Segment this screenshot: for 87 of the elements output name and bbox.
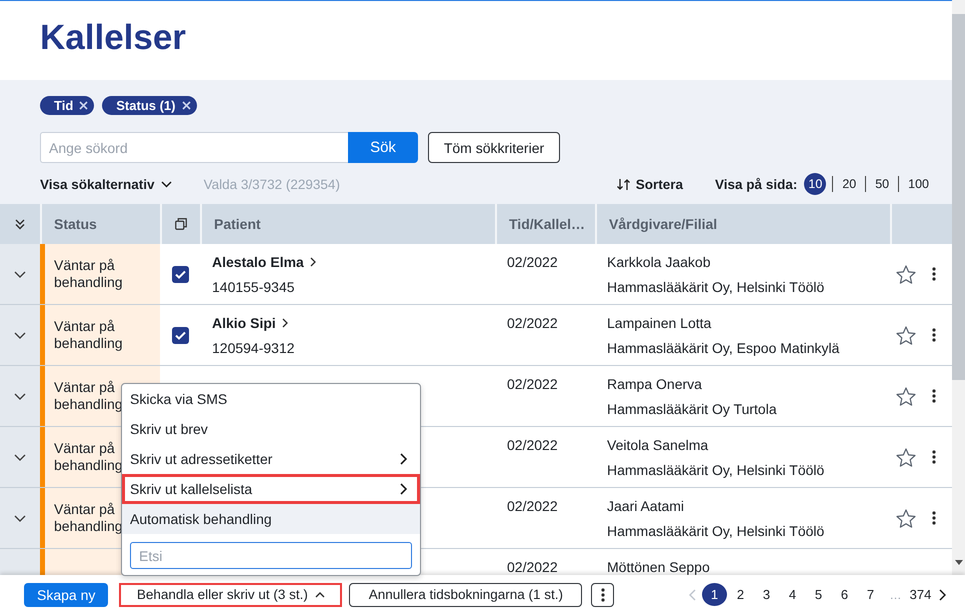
close-icon[interactable] xyxy=(79,101,88,110)
checkbox[interactable] xyxy=(172,326,188,344)
page-size-option[interactable]: 100 xyxy=(898,176,938,192)
chevron-right-icon[interactable] xyxy=(282,318,288,328)
page-title: Kallelser xyxy=(40,20,186,59)
chevron-down-icon[interactable] xyxy=(14,332,26,338)
patient-id: 140155-9345 xyxy=(212,278,295,297)
page-button[interactable]: 4 xyxy=(780,583,805,606)
create-button[interactable]: Skapa ny xyxy=(24,582,108,606)
chevron-right-icon[interactable] xyxy=(939,588,946,600)
chevron-down-icon[interactable] xyxy=(14,454,26,460)
caregiver-name: Lampainen Lotta xyxy=(607,314,712,333)
menu-item[interactable]: Automatisk behandling xyxy=(122,504,420,534)
appointment-date: 02/2022 xyxy=(507,314,558,333)
chevron-right-icon[interactable] xyxy=(400,453,407,465)
pagination-ellipsis: … xyxy=(888,588,902,602)
page-size-option[interactable]: 50 xyxy=(865,176,898,192)
page-size-option[interactable]: 20 xyxy=(832,176,866,192)
caregiver-name: Jaari Aatami xyxy=(607,497,684,516)
column-header[interactable]: Tid/Kallel… xyxy=(495,204,595,244)
status-cell: Väntar på behandling xyxy=(40,244,160,304)
more-icon[interactable] xyxy=(932,389,936,403)
more-icon[interactable] xyxy=(932,450,936,464)
search-field[interactable]: Ange sökord xyxy=(40,132,348,163)
page-button[interactable]: 5 xyxy=(806,583,831,606)
page-button[interactable]: 3 xyxy=(754,583,779,606)
page-size-option[interactable]: 10 xyxy=(804,173,826,195)
more-icon[interactable] xyxy=(600,588,605,602)
chevron-right-icon[interactable] xyxy=(400,483,407,495)
clinic-name: Hammaslääkärit Oy, Espoo Matinkylä xyxy=(607,339,840,358)
menu-search-field[interactable]: Etsi xyxy=(130,542,412,569)
sort-icon[interactable] xyxy=(616,176,631,192)
double-chevron-icon[interactable] xyxy=(15,218,25,230)
sort-button[interactable]: Sortera xyxy=(616,176,684,192)
star-icon[interactable] xyxy=(896,508,916,528)
scrollbar-thumb[interactable] xyxy=(952,14,965,380)
patient-id: 120594-9312 xyxy=(212,339,295,358)
star-icon[interactable] xyxy=(896,264,916,284)
filter-chip[interactable]: Tid xyxy=(40,96,94,115)
patient-name-link[interactable]: Alkio Sipi xyxy=(212,315,276,331)
clear-button[interactable]: Töm sökkriterier xyxy=(428,132,560,163)
close-icon[interactable] xyxy=(182,101,190,110)
selection-count: Valda 3/3732 (229354) xyxy=(204,176,340,192)
appointment-date: 02/2022 xyxy=(507,436,558,455)
column-header[interactable]: Vårdgivare/Filial xyxy=(595,204,890,244)
search-options-toggle[interactable]: Visa sökalternativ xyxy=(40,176,172,192)
more-icon[interactable] xyxy=(932,328,936,342)
caregiver-name: Veitola Sanelma xyxy=(607,436,708,455)
search-button[interactable]: Sök xyxy=(348,132,418,163)
clinic-name: Hammaslääkärit Oy Turtola xyxy=(607,400,777,419)
caregiver-name: Möttönen Seppo xyxy=(607,558,710,575)
page-button[interactable]: 1 xyxy=(702,583,727,606)
star-icon[interactable] xyxy=(896,326,916,344)
chevron-up-icon[interactable] xyxy=(314,592,325,598)
star-icon[interactable] xyxy=(896,448,916,466)
cancel-bookings-button[interactable]: Annullera tidsbokningarna (1 st.) xyxy=(349,582,582,606)
chevron-down-icon[interactable] xyxy=(160,180,172,188)
page-size-label: Visa på sida: xyxy=(715,176,798,192)
clinic-name: Hammaslääkärit Oy, Helsinki Töölö xyxy=(607,522,824,541)
chevron-down-icon[interactable] xyxy=(14,392,26,400)
checkbox[interactable] xyxy=(172,266,188,282)
status-cell: Väntar på behandling xyxy=(40,305,160,365)
chevron-right-icon[interactable] xyxy=(310,257,316,267)
appointment-date: 02/2022 xyxy=(507,558,558,575)
filter-chip[interactable]: Status (1) xyxy=(102,96,196,115)
copy-icon[interactable] xyxy=(175,218,187,230)
caregiver-name: Karkkola Jaakob xyxy=(607,253,711,272)
chevron-down-icon[interactable] xyxy=(14,514,26,522)
more-icon[interactable] xyxy=(932,267,936,281)
appointment-date: 02/2022 xyxy=(507,375,558,394)
patient-name-link[interactable]: Alestalo Elma xyxy=(212,254,304,270)
clinic-name: Hammaslääkärit Oy, Helsinki Töölö xyxy=(607,278,824,297)
process-dropdown-button[interactable]: Behandla eller skriv ut (3 st.) xyxy=(119,582,342,606)
caregiver-name: Rampa Onerva xyxy=(607,375,702,394)
appointment-date: 02/2022 xyxy=(507,497,558,516)
clinic-name: Hammaslääkärit Oy, Helsinki Töölö xyxy=(607,461,824,480)
page-button[interactable]: 2 xyxy=(728,583,753,606)
star-icon[interactable] xyxy=(896,386,916,406)
appointment-date: 02/2022 xyxy=(507,253,558,272)
page-button[interactable]: 6 xyxy=(832,583,857,606)
chevron-down-icon[interactable] xyxy=(14,270,26,278)
more-icon[interactable] xyxy=(932,511,936,525)
page-button[interactable]: 7 xyxy=(858,583,883,606)
column-header[interactable]: Patient xyxy=(200,204,495,244)
page-button[interactable]: 374 xyxy=(908,583,933,606)
more-button[interactable] xyxy=(591,582,614,606)
scroll-down-icon[interactable] xyxy=(954,560,962,565)
